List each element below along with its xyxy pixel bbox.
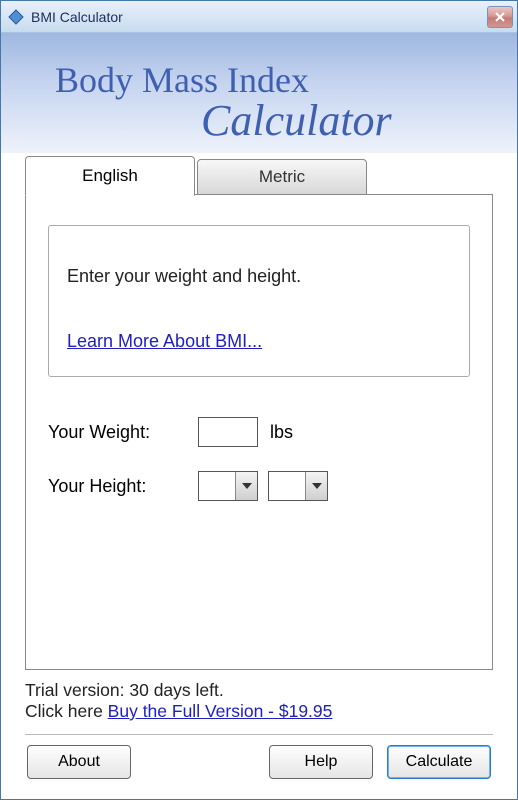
app-window: BMI Calculator Body Mass Index Calculato… [0,0,518,800]
divider [25,734,493,735]
content-area: English Metric Enter your weight and hei… [1,153,517,745]
height-row: Your Height: [48,471,470,501]
titlebar: BMI Calculator [1,1,517,33]
prompt-text: Enter your weight and height. [67,266,451,287]
weight-row: Your Weight: lbs [48,417,470,447]
close-icon [494,11,506,23]
buy-full-version-link[interactable]: Buy the Full Version - $19.95 [108,701,333,721]
weight-input[interactable] [198,417,258,447]
tab-metric[interactable]: Metric [197,159,367,195]
trial-info: Trial version: 30 days left. Click here … [25,680,493,722]
learn-more-link[interactable]: Learn More About BMI... [67,331,262,351]
height-inches-value [269,472,305,500]
tab-panel-english: Enter your weight and height. Learn More… [25,194,493,670]
message-box: Enter your weight and height. Learn More… [48,225,470,377]
calculate-button[interactable]: Calculate [387,745,491,779]
height-label: Your Height: [48,476,198,497]
trial-days-left: Trial version: 30 days left. [25,680,493,701]
footer-buttons: About Help Calculate [1,745,517,799]
about-button[interactable]: About [27,745,131,779]
height-feet-select[interactable] [198,471,258,501]
height-feet-value [199,472,235,500]
chevron-down-icon [305,472,327,500]
help-button[interactable]: Help [269,745,373,779]
weight-unit: lbs [270,422,293,443]
banner: Body Mass Index Calculator [1,33,517,153]
banner-line2: Calculator [201,95,392,146]
weight-label: Your Weight: [48,422,198,443]
app-icon [7,8,25,26]
height-inches-select[interactable] [268,471,328,501]
tab-english[interactable]: English [25,156,195,196]
trial-prefix: Click here [25,701,108,721]
close-button[interactable] [487,6,513,28]
tab-strip: English Metric [25,155,493,195]
window-title: BMI Calculator [31,9,487,25]
chevron-down-icon [235,472,257,500]
